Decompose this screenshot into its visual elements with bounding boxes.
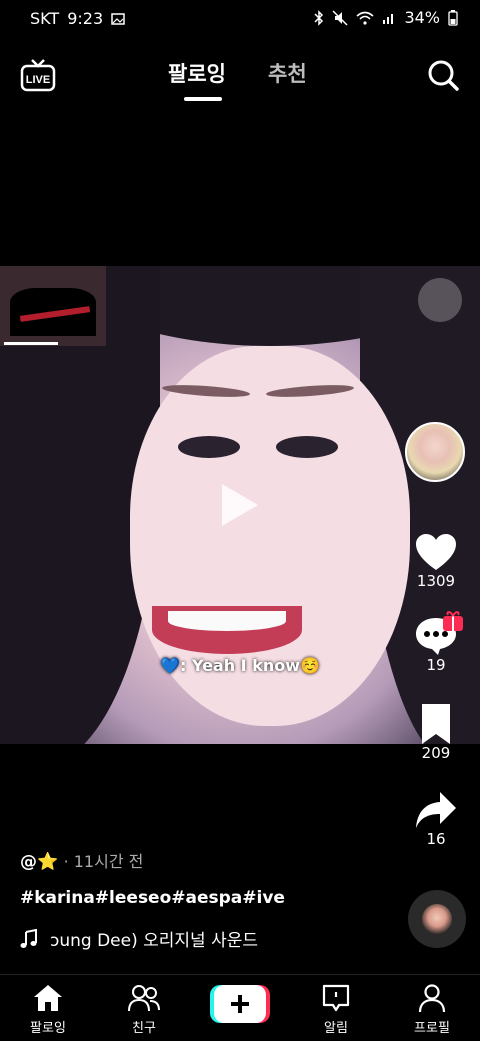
nav-inbox[interactable]: 알림	[296, 983, 376, 1036]
post-sound[interactable]: ɔung Dee) 오리지널 사운드	[20, 926, 258, 951]
wifi-icon	[356, 11, 374, 25]
creator-avatar[interactable]	[405, 422, 465, 482]
nav-inbox-label: 알림	[324, 1021, 348, 1036]
friends-icon	[128, 985, 160, 1012]
nav-profile[interactable]: 프로필	[392, 983, 472, 1036]
home-icon	[34, 985, 62, 1011]
nav-friends[interactable]: 친구	[104, 983, 184, 1036]
battery-label: 34%	[404, 8, 440, 27]
top-bar: LIVE 팔로잉 추천	[0, 48, 480, 108]
play-icon[interactable]	[218, 480, 262, 530]
mute-icon	[332, 9, 348, 26]
gallery-icon	[111, 12, 125, 25]
music-note-icon	[20, 928, 37, 948]
active-tab-indicator	[184, 97, 222, 101]
nav-friends-label: 친구	[132, 1021, 156, 1036]
bookmark-icon	[422, 704, 450, 744]
signal-icon	[383, 13, 394, 24]
share-button[interactable]: 16	[400, 790, 472, 848]
video-frame-eye	[178, 436, 240, 458]
comment-count: 19	[426, 656, 446, 674]
create-button[interactable]	[210, 985, 270, 1023]
search-icon[interactable]	[426, 58, 460, 92]
tab-following[interactable]: 팔로잉	[168, 58, 226, 88]
share-count: 16	[426, 830, 446, 848]
save-button[interactable]: 209	[400, 704, 472, 762]
video-overlay-dot	[418, 278, 462, 322]
like-button[interactable]: 1309	[400, 532, 472, 590]
profile-icon	[418, 984, 446, 1013]
bluetooth-icon	[314, 9, 324, 26]
post-time: · 11시간 전	[63, 852, 144, 871]
status-bar: SKT 9:23 34%	[0, 0, 480, 36]
share-arrow-icon	[416, 792, 456, 828]
sound-disc[interactable]	[408, 890, 466, 948]
author-handle[interactable]: @⭐	[20, 852, 58, 872]
live-label: LIVE	[26, 74, 50, 86]
battery-icon	[448, 9, 458, 26]
inbox-icon	[322, 984, 350, 1012]
gift-icon[interactable]	[442, 610, 464, 632]
nav-home-label: 팔로잉	[30, 1021, 66, 1036]
sound-label: ɔung Dee) 오리지널 사운드	[50, 931, 259, 951]
post-hashtags[interactable]: #karina#leeseo#aespa#ive	[20, 888, 285, 908]
picture-in-picture	[0, 266, 106, 346]
heart-icon	[416, 534, 456, 570]
clock: 9:23	[67, 9, 104, 28]
like-count: 1309	[416, 572, 456, 590]
tab-recommend[interactable]: 추천	[268, 58, 307, 88]
video-frame-eye	[276, 436, 338, 458]
nav-profile-label: 프로필	[414, 1021, 450, 1036]
live-icon[interactable]: LIVE	[20, 58, 56, 92]
bottom-nav: 팔로잉 친구 알림 프로필	[0, 974, 480, 1041]
save-count: 209	[421, 744, 451, 762]
video-frame-teeth	[168, 611, 286, 631]
carrier-label: SKT	[30, 9, 60, 28]
post-author: @⭐ · 11시간 전	[20, 848, 143, 872]
nav-home[interactable]: 팔로잉	[8, 983, 88, 1036]
